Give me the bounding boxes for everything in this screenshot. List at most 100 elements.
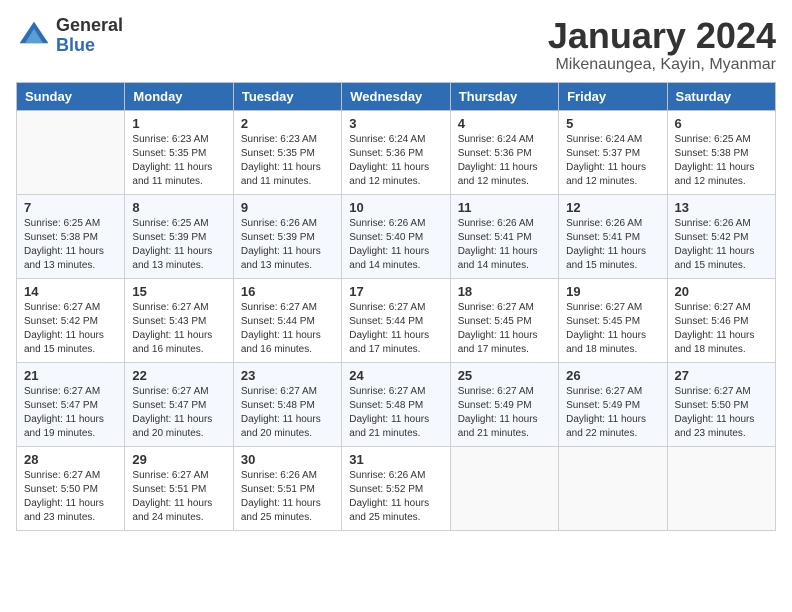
day-number: 28 — [24, 452, 117, 467]
calendar-cell: 2 Sunrise: 6:23 AMSunset: 5:35 PMDaylight… — [233, 110, 341, 194]
column-header-friday: Friday — [559, 82, 667, 110]
calendar-cell: 29 Sunrise: 6:27 AMSunset: 5:51 PMDayligh… — [125, 446, 233, 530]
day-info: Sunrise: 6:27 AMSunset: 5:49 PMDaylight:… — [566, 385, 659, 441]
day-number: 30 — [241, 452, 334, 467]
day-number: 12 — [566, 200, 659, 215]
calendar-cell: 16 Sunrise: 6:27 AMSunset: 5:44 PMDayligh… — [233, 278, 341, 362]
day-number: 29 — [132, 452, 225, 467]
calendar-cell: 11 Sunrise: 6:26 AMSunset: 5:41 PMDayligh… — [450, 194, 558, 278]
day-info: Sunrise: 6:27 AMSunset: 5:50 PMDaylight:… — [675, 385, 768, 441]
day-number: 16 — [241, 284, 334, 299]
day-info: Sunrise: 6:25 AMSunset: 5:38 PMDaylight:… — [675, 133, 768, 189]
calendar-cell: 15 Sunrise: 6:27 AMSunset: 5:43 PMDayligh… — [125, 278, 233, 362]
day-info: Sunrise: 6:23 AMSunset: 5:35 PMDaylight:… — [241, 133, 334, 189]
calendar-cell: 13Sunrise: 6:26 AMSunset: 5:42 PMDayligh… — [667, 194, 775, 278]
day-number: 3 — [349, 116, 442, 131]
calendar-week-3: 14 Sunrise: 6:27 AMSunset: 5:42 PMDayligh… — [17, 278, 776, 362]
day-info: Sunrise: 6:26 AMSunset: 5:51 PMDaylight:… — [241, 469, 334, 525]
day-info: Sunrise: 6:26 AMSunset: 5:39 PMDaylight:… — [241, 217, 334, 273]
day-number: 24 — [349, 368, 442, 383]
day-number: 11 — [458, 200, 551, 215]
day-info: Sunrise: 6:26 AMSunset: 5:52 PMDaylight:… — [349, 469, 442, 525]
day-info: Sunrise: 6:27 AMSunset: 5:45 PMDaylight:… — [566, 301, 659, 357]
calendar-cell: 12Sunrise: 6:26 AMSunset: 5:41 PMDayligh… — [559, 194, 667, 278]
day-number: 6 — [675, 116, 768, 131]
calendar-cell: 3Sunrise: 6:24 AMSunset: 5:36 PMDaylight… — [342, 110, 450, 194]
column-header-saturday: Saturday — [667, 82, 775, 110]
day-info: Sunrise: 6:26 AMSunset: 5:42 PMDaylight:… — [675, 217, 768, 273]
day-info: Sunrise: 6:25 AMSunset: 5:38 PMDaylight:… — [24, 217, 117, 273]
day-info: Sunrise: 6:27 AMSunset: 5:51 PMDaylight:… — [132, 469, 225, 525]
day-number: 31 — [349, 452, 442, 467]
calendar-cell: 24 Sunrise: 6:27 AMSunset: 5:48 PMDayligh… — [342, 362, 450, 446]
day-number: 26 — [566, 368, 659, 383]
calendar-cell — [559, 446, 667, 530]
day-info: Sunrise: 6:27 AMSunset: 5:42 PMDaylight:… — [24, 301, 117, 357]
calendar-cell: 17Sunrise: 6:27 AMSunset: 5:44 PMDayligh… — [342, 278, 450, 362]
day-info: Sunrise: 6:27 AMSunset: 5:43 PMDaylight:… — [132, 301, 225, 357]
day-info: Sunrise: 6:27 AMSunset: 5:44 PMDaylight:… — [241, 301, 334, 357]
day-info: Sunrise: 6:24 AMSunset: 5:36 PMDaylight:… — [458, 133, 551, 189]
calendar-cell: 23 Sunrise: 6:27 AMSunset: 5:48 PMDayligh… — [233, 362, 341, 446]
calendar-cell: 8 Sunrise: 6:25 AMSunset: 5:39 PMDaylight… — [125, 194, 233, 278]
calendar-cell: 5 Sunrise: 6:24 AMSunset: 5:37 PMDaylight… — [559, 110, 667, 194]
day-number: 5 — [566, 116, 659, 131]
column-header-monday: Monday — [125, 82, 233, 110]
calendar-cell: 4 Sunrise: 6:24 AMSunset: 5:36 PMDaylight… — [450, 110, 558, 194]
day-info: Sunrise: 6:25 AMSunset: 5:39 PMDaylight:… — [132, 217, 225, 273]
calendar-week-4: 21Sunrise: 6:27 AMSunset: 5:47 PMDayligh… — [17, 362, 776, 446]
calendar-cell — [17, 110, 125, 194]
calendar-cell: 28Sunrise: 6:27 AMSunset: 5:50 PMDayligh… — [17, 446, 125, 530]
day-number: 14 — [24, 284, 117, 299]
calendar-cell: 10Sunrise: 6:26 AMSunset: 5:40 PMDayligh… — [342, 194, 450, 278]
calendar-cell: 19 Sunrise: 6:27 AMSunset: 5:45 PMDayligh… — [559, 278, 667, 362]
title-block: January 2024 Mikenaungea, Kayin, Myanmar — [548, 16, 776, 74]
day-info: Sunrise: 6:27 AMSunset: 5:44 PMDaylight:… — [349, 301, 442, 357]
day-info: Sunrise: 6:27 AMSunset: 5:48 PMDaylight:… — [241, 385, 334, 441]
calendar-week-1: 1Sunrise: 6:23 AMSunset: 5:35 PMDaylight… — [17, 110, 776, 194]
day-number: 20 — [675, 284, 768, 299]
calendar-cell: 7 Sunrise: 6:25 AMSunset: 5:38 PMDaylight… — [17, 194, 125, 278]
day-number: 18 — [458, 284, 551, 299]
day-number: 27 — [675, 368, 768, 383]
calendar-week-5: 28Sunrise: 6:27 AMSunset: 5:50 PMDayligh… — [17, 446, 776, 530]
day-info: Sunrise: 6:27 AMSunset: 5:48 PMDaylight:… — [349, 385, 442, 441]
column-header-tuesday: Tuesday — [233, 82, 341, 110]
day-number: 2 — [241, 116, 334, 131]
calendar-cell: 30 Sunrise: 6:26 AMSunset: 5:51 PMDayligh… — [233, 446, 341, 530]
day-number: 9 — [241, 200, 334, 215]
calendar-cell: 6 Sunrise: 6:25 AMSunset: 5:38 PMDaylight… — [667, 110, 775, 194]
day-info: Sunrise: 6:26 AMSunset: 5:41 PMDaylight:… — [458, 217, 551, 273]
calendar-table: SundayMondayTuesdayWednesdayThursdayFrid… — [16, 82, 776, 531]
day-number: 19 — [566, 284, 659, 299]
day-number: 4 — [458, 116, 551, 131]
location-subtitle: Mikenaungea, Kayin, Myanmar — [548, 56, 776, 74]
day-number: 8 — [132, 200, 225, 215]
day-number: 22 — [132, 368, 225, 383]
page-header: General Blue January 2024 Mikenaungea, K… — [16, 16, 776, 74]
day-number: 23 — [241, 368, 334, 383]
day-info: Sunrise: 6:27 AMSunset: 5:47 PMDaylight:… — [132, 385, 225, 441]
logo-text: General Blue — [56, 16, 123, 56]
calendar-cell: 1Sunrise: 6:23 AMSunset: 5:35 PMDaylight… — [125, 110, 233, 194]
day-info: Sunrise: 6:27 AMSunset: 5:46 PMDaylight:… — [675, 301, 768, 357]
calendar-cell — [450, 446, 558, 530]
calendar-cell: 25Sunrise: 6:27 AMSunset: 5:49 PMDayligh… — [450, 362, 558, 446]
calendar-cell: 21Sunrise: 6:27 AMSunset: 5:47 PMDayligh… — [17, 362, 125, 446]
calendar-cell: 18Sunrise: 6:27 AMSunset: 5:45 PMDayligh… — [450, 278, 558, 362]
column-header-thursday: Thursday — [450, 82, 558, 110]
day-info: Sunrise: 6:24 AMSunset: 5:37 PMDaylight:… — [566, 133, 659, 189]
calendar-cell: 27 Sunrise: 6:27 AMSunset: 5:50 PMDayligh… — [667, 362, 775, 446]
day-number: 7 — [24, 200, 117, 215]
calendar-cell: 31 Sunrise: 6:26 AMSunset: 5:52 PMDayligh… — [342, 446, 450, 530]
day-number: 15 — [132, 284, 225, 299]
calendar-cell: 26 Sunrise: 6:27 AMSunset: 5:49 PMDayligh… — [559, 362, 667, 446]
day-info: Sunrise: 6:23 AMSunset: 5:35 PMDaylight:… — [132, 133, 225, 189]
logo-icon — [16, 18, 52, 54]
month-title: January 2024 — [548, 16, 776, 56]
calendar-header-row: SundayMondayTuesdayWednesdayThursdayFrid… — [17, 82, 776, 110]
logo-general: General — [56, 16, 123, 36]
column-header-wednesday: Wednesday — [342, 82, 450, 110]
logo-blue: Blue — [56, 36, 123, 56]
column-header-sunday: Sunday — [17, 82, 125, 110]
